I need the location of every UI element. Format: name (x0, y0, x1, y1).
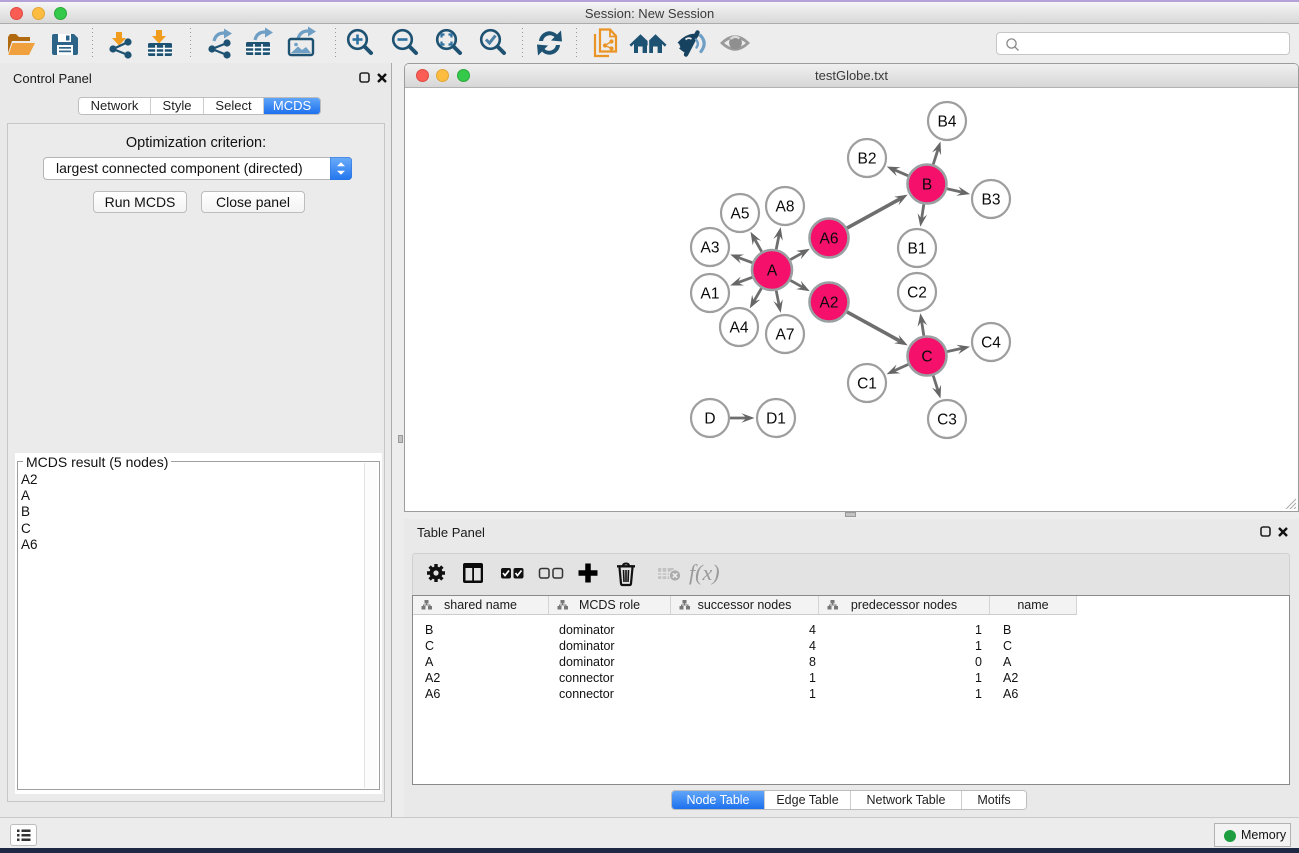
svg-text:B: B (922, 177, 932, 194)
svg-text:C1: C1 (857, 376, 877, 393)
svg-text:B1: B1 (908, 241, 927, 258)
svg-text:A: A (767, 263, 778, 280)
svg-text:D1: D1 (766, 411, 786, 428)
svg-text:B4: B4 (938, 114, 957, 131)
svg-text:A6: A6 (820, 231, 839, 248)
svg-text:B3: B3 (982, 192, 1001, 209)
svg-text:C: C (921, 349, 932, 366)
svg-text:f(x): f(x) (689, 560, 720, 585)
svg-text:A8: A8 (776, 199, 795, 216)
svg-text:B2: B2 (858, 151, 877, 168)
svg-text:C2: C2 (907, 285, 927, 302)
svg-text:A3: A3 (701, 240, 720, 257)
svg-text:D: D (704, 411, 715, 428)
svg-text:A1: A1 (701, 286, 720, 303)
svg-text:C4: C4 (981, 335, 1001, 352)
svg-text:C3: C3 (937, 412, 957, 429)
svg-text:A4: A4 (730, 320, 749, 337)
svg-text:A7: A7 (776, 327, 795, 344)
svg-text:A2: A2 (820, 295, 839, 312)
svg-text:A5: A5 (731, 206, 750, 223)
